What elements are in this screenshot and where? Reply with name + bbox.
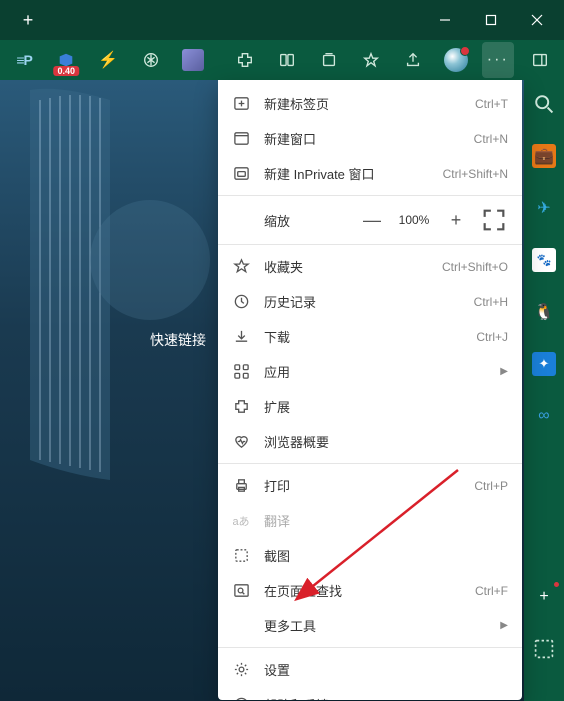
zoom-in-button[interactable]: + [442, 206, 470, 234]
share-icon[interactable] [397, 42, 429, 78]
shortcut: Ctrl+N [474, 132, 508, 146]
briefcase-icon[interactable]: 💼 [532, 144, 556, 168]
extension-badge-icon[interactable]: 0.40 [50, 42, 82, 78]
shortcut: Ctrl+T [475, 97, 508, 111]
menu-new-window[interactable]: 新建窗口 Ctrl+N [218, 121, 522, 156]
extensions-icon[interactable] [229, 42, 261, 78]
title-bar: + [0, 0, 564, 40]
right-sidebar: 💼 ✈ 🐾 🐧 ✦ ∞ + [524, 80, 564, 701]
menu-more-tools[interactable]: 更多工具 ▶ [218, 608, 522, 643]
menu-browser-essentials[interactable]: 浏览器概要 [218, 424, 522, 459]
sidebar-toggle-icon[interactable] [524, 42, 556, 78]
chevron-right-icon: ▶ [500, 366, 508, 377]
badge: 0.40 [53, 66, 79, 76]
cloud-icon[interactable]: ∞ [532, 404, 556, 428]
ep-extension-icon[interactable]: ≡P [8, 42, 40, 78]
menu-separator [218, 244, 522, 245]
shortcut: Ctrl+Shift+O [442, 260, 508, 274]
menu-zoom: 缩放 — 100% + [218, 200, 522, 240]
app-icon[interactable]: ✦ [532, 352, 556, 376]
zoom-out-button[interactable]: — [358, 206, 386, 234]
toolbar: ≡P 0.40 ⚡ ··· [0, 40, 564, 80]
menu-help[interactable]: 帮助和反馈 ▶ [218, 687, 522, 700]
star-icon [232, 258, 250, 276]
telegram-icon[interactable]: ✈ [532, 196, 556, 220]
menu-separator [218, 647, 522, 648]
close-button[interactable] [514, 4, 560, 36]
quick-links-label: 快速链接 [150, 330, 206, 350]
shortcut: Ctrl+F [475, 584, 508, 598]
zoom-percent: 100% [396, 213, 432, 227]
menu-history[interactable]: 历史记录 Ctrl+H [218, 284, 522, 319]
shortcut: Ctrl+H [474, 295, 508, 309]
menu-downloads[interactable]: 下载 Ctrl+J [218, 319, 522, 354]
avatar-extension-icon[interactable] [177, 42, 209, 78]
baidu-icon[interactable]: 🐾 [532, 248, 556, 272]
menu-print[interactable]: 打印 Ctrl+P [218, 468, 522, 503]
add-sidebar-icon[interactable]: + [532, 585, 556, 609]
inprivate-icon [232, 165, 250, 183]
customize-sidebar-icon[interactable] [532, 637, 556, 661]
shortcut: Ctrl+J [476, 330, 508, 344]
menu-separator [218, 195, 522, 196]
collections-icon[interactable] [313, 42, 345, 78]
menu-translate[interactable]: aあ 翻译 [218, 503, 522, 538]
blank-icon [232, 617, 250, 635]
menu-apps[interactable]: 应用 ▶ [218, 354, 522, 389]
apps-icon [232, 363, 250, 381]
split-screen-icon[interactable] [271, 42, 303, 78]
qq-icon[interactable]: 🐧 [532, 300, 556, 324]
download-icon [232, 328, 250, 346]
heartbeat-icon [232, 433, 250, 451]
menu-settings[interactable]: 设置 [218, 652, 522, 687]
favorites-star-icon[interactable] [355, 42, 387, 78]
menu-screenshot[interactable]: 截图 [218, 538, 522, 573]
menu-separator [218, 463, 522, 464]
shortcut: Ctrl+Shift+N [443, 167, 508, 181]
menu-favorites[interactable]: 收藏夹 Ctrl+Shift+O [218, 249, 522, 284]
history-icon [232, 293, 250, 311]
screenshot-icon [232, 547, 250, 565]
shortcut: Ctrl+P [474, 479, 508, 493]
minimize-button[interactable] [422, 4, 468, 36]
puzzle-icon [232, 398, 250, 416]
search-icon[interactable] [532, 92, 556, 116]
fullscreen-button[interactable] [480, 206, 508, 234]
chevron-right-icon: ▶ [500, 620, 508, 631]
maximize-button[interactable] [468, 4, 514, 36]
find-icon [232, 582, 250, 600]
new-tab-icon [232, 95, 250, 113]
translate-icon: aあ [232, 512, 250, 530]
print-icon [232, 477, 250, 495]
openai-extension-icon[interactable] [134, 42, 166, 78]
profile-icon[interactable] [440, 42, 472, 78]
gear-icon [232, 661, 250, 679]
new-window-icon [232, 130, 250, 148]
browser-menu: 新建标签页 Ctrl+T 新建窗口 Ctrl+N 新建 InPrivate 窗口… [218, 80, 522, 700]
menu-find[interactable]: 在页面上查找 Ctrl+F [218, 573, 522, 608]
help-icon [232, 696, 250, 701]
menu-new-tab[interactable]: 新建标签页 Ctrl+T [218, 86, 522, 121]
new-tab-plus[interactable]: + [12, 4, 44, 36]
menu-new-inprivate[interactable]: 新建 InPrivate 窗口 Ctrl+Shift+N [218, 156, 522, 191]
menu-extensions[interactable]: 扩展 [218, 389, 522, 424]
bolt-icon[interactable]: ⚡ [92, 42, 124, 78]
background-art [10, 80, 210, 500]
chevron-right-icon: ▶ [500, 699, 508, 700]
more-menu-button[interactable]: ··· [482, 42, 514, 78]
